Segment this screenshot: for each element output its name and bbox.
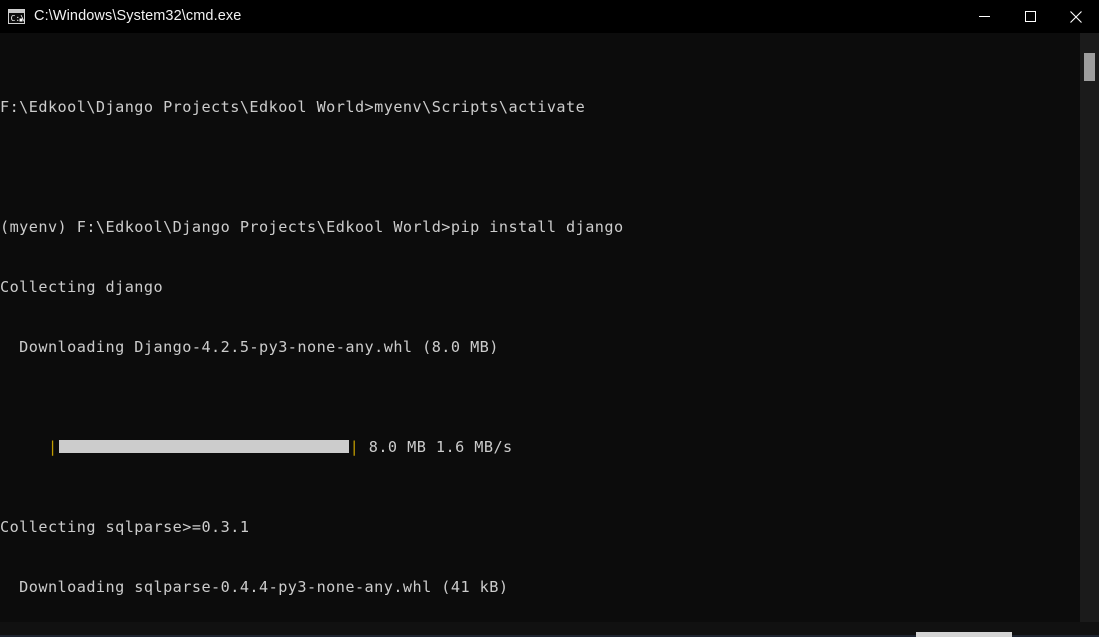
maximize-button[interactable] bbox=[1007, 0, 1053, 33]
console-line: Downloading Django-4.2.5-py3-none-any.wh… bbox=[0, 338, 499, 356]
vertical-scrollbar[interactable] bbox=[1080, 33, 1099, 622]
progress-line-django: | | 8.0 MB 1.6 MB/s bbox=[0, 437, 1080, 457]
cmd-window: C:\ C:\Windows\System32\cmd.exe F:\Edkoo bbox=[0, 0, 1099, 637]
title-bar[interactable]: C:\ C:\Windows\System32\cmd.exe bbox=[0, 0, 1099, 33]
svg-text:C:\: C:\ bbox=[11, 14, 25, 23]
window-title: C:\Windows\System32\cmd.exe bbox=[34, 8, 242, 24]
console-line: (myenv) F:\Edkool\Django Projects\Edkool… bbox=[0, 218, 624, 236]
progress-left-delimiter: | bbox=[47, 438, 58, 456]
console-line: Collecting sqlparse>=0.3.1 bbox=[0, 518, 250, 536]
progress-right-delimiter: | bbox=[349, 438, 360, 456]
console-line: Collecting django bbox=[0, 278, 164, 296]
minimize-button[interactable] bbox=[961, 0, 1007, 33]
title-bar-left: C:\ C:\Windows\System32\cmd.exe bbox=[0, 0, 961, 33]
progress-indent bbox=[0, 438, 48, 456]
console-line: Downloading sqlparse-0.4.4-py3-none-any.… bbox=[0, 578, 509, 596]
vertical-scrollbar-thumb[interactable] bbox=[1084, 53, 1095, 81]
close-button[interactable] bbox=[1053, 0, 1099, 33]
console-screen: F:\Edkool\Django Projects\Edkool World>m… bbox=[0, 33, 1080, 622]
horizontal-scrollbar[interactable] bbox=[0, 622, 1099, 637]
console-output-area[interactable]: F:\Edkool\Django Projects\Edkool World>m… bbox=[0, 33, 1080, 622]
console-line: F:\Edkool\Django Projects\Edkool World>m… bbox=[0, 98, 586, 116]
horizontal-scrollbar-thumb[interactable] bbox=[916, 632, 1012, 637]
cmd-console-icon: C:\ bbox=[8, 9, 25, 24]
progress-bar-fill-django bbox=[58, 440, 349, 453]
progress-status-django: 8.0 MB 1.6 MB/s bbox=[359, 438, 513, 456]
